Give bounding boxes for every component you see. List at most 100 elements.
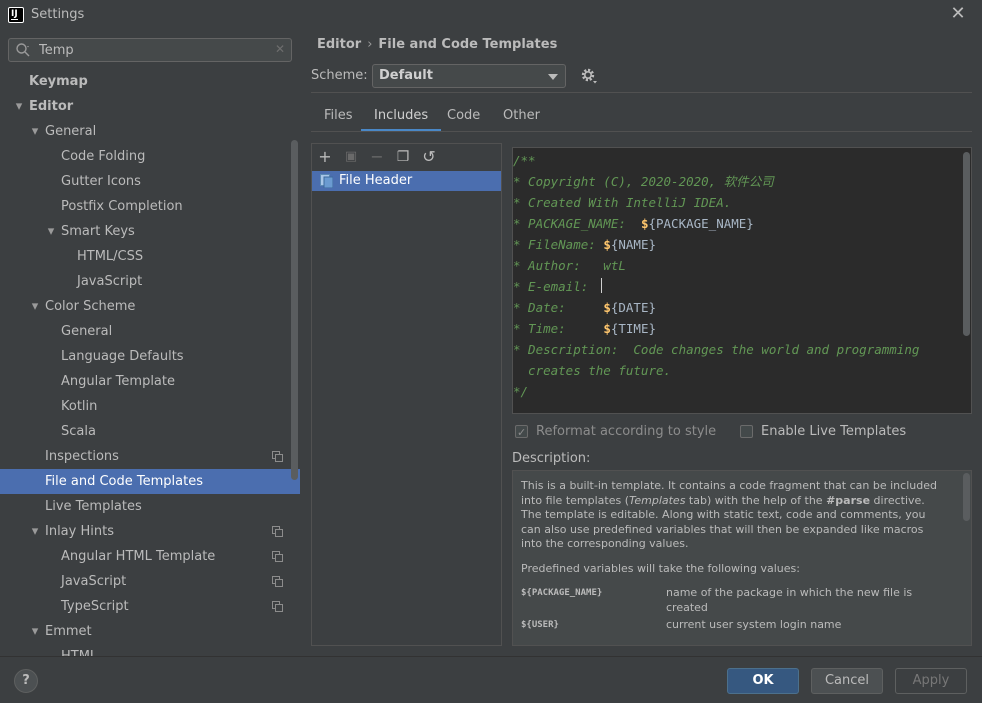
tab-files[interactable]: Files bbox=[311, 104, 366, 132]
sidebar-item-scala[interactable]: Scala bbox=[0, 419, 300, 444]
chevron-down-icon[interactable]: ▾ bbox=[29, 519, 41, 544]
breadcrumb-current: File and Code Templates bbox=[378, 37, 558, 52]
sidebar-item-javascript[interactable]: JavaScript bbox=[0, 269, 300, 294]
code-line: */ bbox=[513, 384, 529, 399]
tab-includes[interactable]: Includes bbox=[361, 104, 442, 132]
variable-name: ${PACKAGE_NAME} bbox=[521, 588, 603, 598]
sidebar-item-emmet[interactable]: ▾ Emmet bbox=[0, 619, 300, 644]
settings-tree: Keymap ▾ Editor ▾ General Code Folding Gutter … bbox=[0, 69, 300, 656]
duplicate-template-icon[interactable]: ❐ bbox=[393, 147, 413, 167]
scheme-dropdown[interactable]: Default bbox=[372, 64, 566, 88]
gear-icon[interactable] bbox=[580, 67, 598, 85]
sidebar-item-kotlin[interactable]: Kotlin bbox=[0, 394, 300, 419]
intellij-logo-icon: IJ bbox=[8, 7, 24, 23]
sidebar-item-label: Scala bbox=[61, 424, 96, 439]
window-title: Settings bbox=[31, 7, 85, 22]
template-list: + ▣ − ❐ ↺ File Header bbox=[311, 143, 502, 646]
sidebar-item-file-and-code-templates[interactable]: File and Code Templates bbox=[0, 469, 300, 494]
sidebar-item-label: Angular HTML Template bbox=[61, 549, 216, 564]
description-paragraph-3: Predefined variables will take the follo… bbox=[521, 561, 800, 575]
sidebar-item-general[interactable]: ▾ General bbox=[0, 119, 300, 144]
sidebar-item-label: Inspections bbox=[45, 449, 119, 464]
template-code-editor[interactable]: */ creates the future. * Description: Cod… bbox=[512, 147, 972, 414]
sidebar-item-label: HTML/CSS bbox=[77, 249, 144, 264]
search-input[interactable] bbox=[39, 39, 269, 61]
template-list-toolbar: + ▣ − ❐ ↺ bbox=[312, 144, 501, 170]
sidebar-item-inlay-hints[interactable]: ▾ Inlay Hints bbox=[0, 519, 300, 544]
tab-other[interactable]: Other bbox=[490, 104, 553, 132]
chevron-down-icon[interactable]: ▾ bbox=[45, 219, 57, 244]
sidebar-item-language-defaults[interactable]: Language Defaults bbox=[0, 344, 300, 369]
copy-template-icon[interactable]: ▣ bbox=[341, 147, 361, 167]
breadcrumb-separator: › bbox=[367, 37, 373, 52]
project-scope-icon bbox=[272, 601, 283, 612]
cancel-button[interactable]: Cancel bbox=[811, 668, 883, 694]
sidebar-item-postfix-completion[interactable]: Postfix Completion bbox=[0, 194, 300, 219]
sidebar-scrollbar[interactable] bbox=[291, 140, 298, 480]
apply-button[interactable]: Apply bbox=[895, 668, 967, 694]
chevron-down-icon[interactable]: ▾ bbox=[29, 119, 41, 144]
sidebar-item-smart-keys[interactable]: ▾ Smart Keys bbox=[0, 219, 300, 244]
template-item-label: File Header bbox=[339, 173, 413, 188]
project-scope-icon bbox=[272, 451, 283, 462]
search-box[interactable]: ✕ bbox=[8, 38, 292, 62]
sidebar-item-inspections[interactable]: Inspections bbox=[0, 444, 300, 469]
template-item-file-header[interactable]: File Header bbox=[312, 171, 501, 191]
variable-row: ${USER} current user system login name bbox=[521, 618, 941, 632]
text-cursor bbox=[601, 278, 602, 293]
description-label: Description: bbox=[512, 451, 591, 466]
chevron-down-icon[interactable]: ▾ bbox=[29, 294, 41, 319]
remove-template-icon[interactable]: − bbox=[367, 147, 387, 167]
tab-code[interactable]: Code bbox=[434, 104, 493, 132]
add-template-icon[interactable]: + bbox=[315, 147, 335, 167]
sidebar-item-label: Smart Keys bbox=[61, 224, 135, 239]
ok-button[interactable]: OK bbox=[727, 668, 799, 694]
sidebar-item-angular-template[interactable]: Angular Template bbox=[0, 369, 300, 394]
editor-scrollbar[interactable] bbox=[963, 152, 970, 336]
reformat-checkbox-box[interactable]: ✓ bbox=[515, 425, 528, 439]
sidebar-item-javascript[interactable]: JavaScript bbox=[0, 569, 300, 594]
sidebar-item-gutter-icons[interactable]: Gutter Icons bbox=[0, 169, 300, 194]
sidebar-item-label: TypeScript bbox=[61, 599, 129, 614]
live-templates-checkbox-box[interactable] bbox=[740, 425, 753, 438]
code-line: * Date: ${DATE} bbox=[513, 300, 656, 315]
sidebar-item-label: Angular Template bbox=[61, 374, 175, 389]
chevron-down-icon[interactable]: ▾ bbox=[13, 94, 25, 119]
description-paragraph-2: The template is editable. Along with sta… bbox=[521, 508, 926, 550]
variable-description: name of the package in which the new fil… bbox=[666, 586, 913, 614]
settings-sidebar: ✕ Keymap ▾ Editor ▾ General Code Folding Gutte… bbox=[0, 30, 300, 656]
sidebar-item-color-scheme[interactable]: ▾ Color Scheme bbox=[0, 294, 300, 319]
sidebar-item-label: Keymap bbox=[29, 74, 88, 89]
header-divider bbox=[311, 92, 972, 93]
sidebar-item-label: Live Templates bbox=[45, 499, 142, 514]
sidebar-item-keymap[interactable]: Keymap bbox=[0, 69, 300, 94]
reformat-label: Reformat according to style bbox=[536, 424, 717, 439]
sidebar-item-editor[interactable]: ▾ Editor bbox=[0, 94, 300, 119]
sidebar-item-live-templates[interactable]: Live Templates bbox=[0, 494, 300, 519]
close-icon[interactable]: ✕ bbox=[948, 4, 968, 24]
main-panel: Editor › File and Code Templates Scheme: D… bbox=[300, 30, 982, 656]
sidebar-item-label: Postfix Completion bbox=[61, 199, 183, 214]
sidebar-item-code-folding[interactable]: Code Folding bbox=[0, 144, 300, 169]
sidebar-item-typescript[interactable]: TypeScript bbox=[0, 594, 300, 619]
sidebar-item-label: General bbox=[61, 324, 113, 339]
code-line: * Description: Code changes the world an… bbox=[513, 342, 920, 357]
description-panel: This is a built-in template. It contains… bbox=[512, 470, 972, 646]
sidebar-item-label: Kotlin bbox=[61, 399, 98, 414]
help-button[interactable]: ? bbox=[14, 669, 38, 693]
sidebar-item-general[interactable]: General bbox=[0, 319, 300, 344]
sidebar-item-angular-html-template[interactable]: Angular HTML Template bbox=[0, 544, 300, 569]
scheme-selected-value: Default bbox=[379, 68, 433, 83]
sidebar-item-label: General bbox=[45, 124, 97, 139]
code-line: * Copyright (C), 2020-2020, 软件公司 bbox=[513, 174, 774, 189]
chevron-down-icon[interactable]: ▾ bbox=[29, 619, 41, 644]
project-scope-icon bbox=[272, 551, 283, 562]
sidebar-item-html-css[interactable]: HTML/CSS bbox=[0, 244, 300, 269]
description-scrollbar[interactable] bbox=[963, 473, 970, 521]
description-paragraph-1: This is a built-in template. It contains… bbox=[521, 479, 937, 507]
sidebar-item-label: File and Code Templates bbox=[45, 474, 203, 489]
clear-search-icon[interactable]: ✕ bbox=[275, 42, 285, 56]
sidebar-item-html[interactable]: HTML bbox=[0, 644, 300, 656]
breadcrumb-parent[interactable]: Editor bbox=[317, 37, 361, 52]
reset-template-icon[interactable]: ↺ bbox=[419, 147, 439, 167]
